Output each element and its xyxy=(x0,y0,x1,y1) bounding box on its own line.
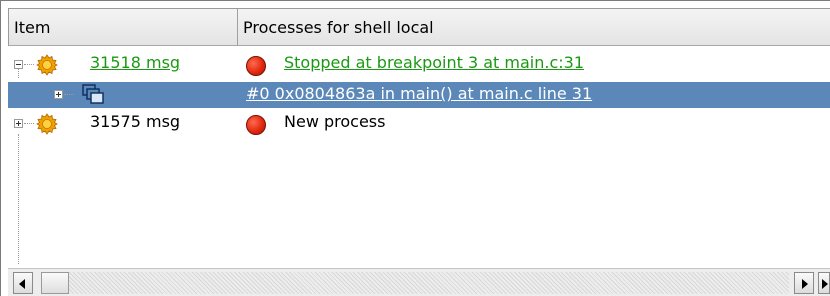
process-tree: 31518 msg Stopped at breakpoint 3 at mai… xyxy=(8,46,830,268)
table-row-selected[interactable]: #0 0x0804863a in main() at main.c line 3… xyxy=(8,82,830,108)
red-dot-icon xyxy=(246,115,266,135)
scrollbar-track[interactable] xyxy=(69,272,789,294)
table-header: Item Processes for shell local xyxy=(8,8,830,46)
gear-icon xyxy=(36,54,58,76)
scrollbar-thumb[interactable] xyxy=(41,272,69,294)
scroll-right-button[interactable] xyxy=(794,272,814,294)
tree-guide-line xyxy=(64,94,74,95)
column-header-processes[interactable]: Processes for shell local xyxy=(238,9,830,46)
table-row[interactable]: 31575 msg New process xyxy=(8,110,830,136)
tree-guide-line xyxy=(24,123,34,124)
collapse-toggle[interactable] xyxy=(14,60,23,69)
process-status-link[interactable]: Stopped at breakpoint 3 at main.c:31 xyxy=(284,52,584,74)
arrow-left-icon xyxy=(19,279,25,289)
scroll-right-button-2[interactable] xyxy=(818,272,830,294)
arrow-right-icon xyxy=(802,279,808,289)
process-status-text[interactable]: New process xyxy=(284,111,385,133)
windows-icon xyxy=(82,84,104,104)
table-row[interactable]: 31518 msg Stopped at breakpoint 3 at mai… xyxy=(8,52,830,78)
gear-icon xyxy=(36,113,58,135)
horizontal-scrollbar[interactable] xyxy=(8,268,830,296)
process-item-label[interactable]: 31575 msg xyxy=(90,111,180,133)
tree-guide-line xyxy=(18,134,19,264)
tree-guide-line xyxy=(24,64,34,65)
process-item-label[interactable]: 31518 msg xyxy=(90,52,180,74)
scroll-left-button[interactable] xyxy=(13,272,33,294)
expand-toggle[interactable] xyxy=(54,90,63,99)
expand-toggle[interactable] xyxy=(14,119,23,128)
column-header-item[interactable]: Item xyxy=(8,9,238,46)
arrow-right-icon xyxy=(822,279,828,289)
stack-frame-link[interactable]: #0 0x0804863a in main() at main.c line 3… xyxy=(246,83,592,105)
red-dot-icon xyxy=(246,56,266,76)
